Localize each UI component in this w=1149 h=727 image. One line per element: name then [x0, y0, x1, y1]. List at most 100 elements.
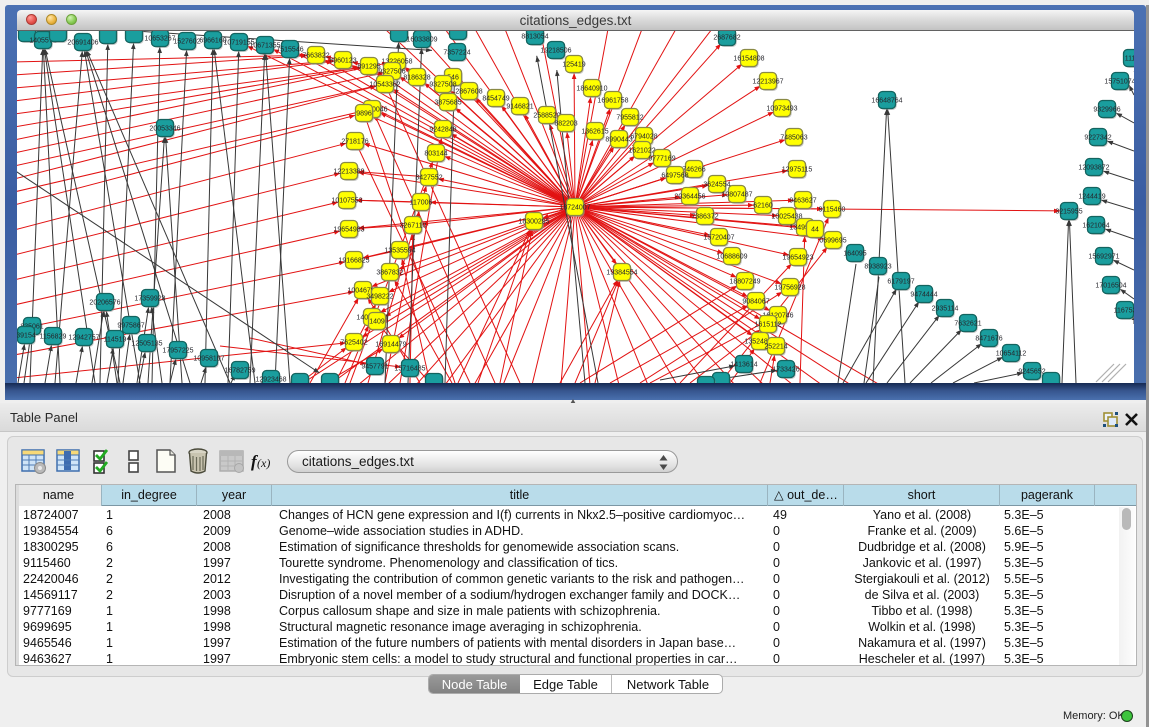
svg-text:19384554: 19384554: [606, 270, 637, 277]
svg-text:16154808: 16154808: [733, 56, 764, 63]
svg-text:8186328: 8186328: [403, 75, 430, 82]
svg-text:1413614: 1413614: [730, 362, 757, 369]
svg-text:1615112: 1615112: [755, 322, 782, 329]
svg-text:17016504: 17016504: [1095, 283, 1126, 290]
svg-text:9084067: 9084067: [742, 299, 769, 306]
svg-text:16782759: 16782759: [224, 368, 255, 375]
svg-text:18724007: 18724007: [559, 205, 590, 212]
svg-text:3215955: 3215955: [1055, 209, 1082, 216]
svg-text:2718176: 2718176: [341, 139, 368, 146]
svg-text:17359928: 17359928: [134, 296, 165, 303]
svg-text:1362615: 1362615: [581, 129, 608, 136]
svg-text:18640910: 18640910: [576, 86, 607, 93]
svg-text:9146821: 9146821: [506, 104, 533, 111]
svg-text:9896: 9896: [356, 111, 372, 118]
svg-text:0699695: 0699695: [819, 238, 846, 245]
svg-text:9245652: 9245652: [1018, 369, 1045, 376]
svg-text:8990443: 8990443: [605, 137, 632, 144]
svg-text:10543362: 10543362: [369, 82, 400, 89]
svg-text:12923468: 12923468: [255, 377, 286, 384]
svg-text:116753: 116753: [1114, 308, 1134, 315]
svg-text:19654983: 19654983: [333, 227, 364, 234]
svg-text:8960123: 8960123: [329, 58, 356, 65]
svg-text:7955812: 7955812: [616, 115, 643, 122]
svg-text:1621022: 1621022: [628, 148, 655, 155]
svg-text:19218506: 19218506: [540, 48, 571, 55]
svg-text:9457791: 9457791: [361, 364, 388, 371]
svg-text:3624554: 3624554: [703, 182, 730, 189]
svg-text:6794028: 6794028: [630, 134, 657, 141]
svg-text:18807249: 18807249: [729, 279, 760, 286]
svg-text:3498222: 3498222: [366, 294, 393, 301]
svg-text:10688609: 10688609: [716, 254, 747, 261]
svg-text:19166825: 19166825: [338, 258, 369, 265]
svg-text:7515546: 7515546: [276, 47, 303, 54]
svg-text:10653267: 10653267: [144, 36, 175, 43]
svg-text:16648764: 16648764: [871, 98, 902, 105]
svg-text:117006: 117006: [410, 200, 433, 207]
svg-text:62160: 62160: [753, 203, 773, 210]
svg-text:7386372: 7386372: [691, 214, 718, 221]
svg-text:803144: 803144: [424, 151, 447, 158]
svg-text:164095: 164095: [843, 251, 866, 258]
svg-text:20364456: 20364456: [674, 194, 705, 201]
svg-text:1244419: 1244419: [1078, 194, 1105, 201]
svg-text:9227342: 9227342: [1084, 135, 1111, 142]
svg-text:6497568: 6497568: [661, 173, 688, 180]
svg-text:10807487: 10807487: [721, 192, 752, 199]
svg-text:9463627: 9463627: [789, 198, 816, 205]
svg-text:1733426: 1733426: [772, 367, 799, 374]
svg-text:10654112: 10654112: [996, 351, 1027, 358]
svg-text:3875685: 3875685: [434, 100, 461, 107]
svg-text:9327506: 9327506: [378, 69, 405, 76]
svg-text:12975115: 12975115: [782, 167, 813, 174]
svg-text:7625402: 7625402: [340, 340, 367, 347]
svg-text:16033809: 16033809: [406, 37, 437, 44]
svg-text:16914479: 16914479: [375, 342, 406, 349]
svg-text:6179197: 6179197: [887, 279, 914, 286]
svg-text:8427552: 8427552: [415, 175, 442, 182]
svg-text:2588520: 2588520: [533, 113, 560, 120]
svg-text:12213967: 12213967: [752, 79, 783, 86]
svg-text:3267110: 3267110: [400, 223, 427, 230]
svg-text:125419: 125419: [562, 62, 585, 69]
svg-text:16961758: 16961758: [597, 98, 628, 105]
svg-text:8471676: 8471676: [975, 336, 1002, 343]
svg-text:13535594: 13535594: [384, 248, 415, 255]
svg-text:1621064: 1621064: [1082, 223, 1109, 230]
svg-text:20053346: 20053346: [149, 126, 180, 133]
svg-text:8813054: 8813054: [521, 34, 548, 41]
svg-text:9975867: 9975867: [117, 323, 144, 330]
svg-text:1112: 1112: [1125, 56, 1134, 63]
svg-text:(x): (x): [257, 456, 270, 470]
svg-text:10107553: 10107553: [331, 198, 362, 205]
svg-text:9242848: 9242848: [429, 127, 456, 134]
svg-text:10973493: 10973493: [766, 106, 797, 113]
svg-text:19654923: 19654923: [782, 255, 813, 262]
svg-text:44: 44: [811, 227, 819, 234]
svg-text:15716485: 15716485: [394, 366, 425, 373]
svg-text:3867832: 3867832: [376, 270, 403, 277]
svg-text:12093872: 12093872: [1078, 165, 1109, 172]
svg-text:882203: 882203: [554, 121, 577, 128]
svg-text:7663822: 7663822: [302, 53, 329, 60]
svg-text:15751074: 15751074: [1104, 79, 1134, 86]
svg-text:12213389: 12213389: [333, 169, 364, 176]
svg-text:1156829: 1156829: [40, 334, 67, 341]
svg-text:9115460: 9115460: [819, 207, 846, 214]
svg-text:8454749: 8454749: [482, 96, 509, 103]
svg-text:12942757: 12942757: [68, 335, 99, 342]
svg-text:2867608: 2867608: [455, 89, 482, 96]
svg-text:20691406: 20691406: [67, 40, 98, 47]
svg-text:114519: 114519: [104, 337, 127, 344]
svg-text:18300295: 18300295: [518, 219, 549, 226]
svg-text:1527602: 1527602: [173, 39, 200, 46]
svg-text:252214: 252214: [764, 344, 787, 351]
svg-text:7485063: 7485063: [780, 135, 807, 142]
svg-text:20206576: 20206576: [89, 300, 120, 307]
svg-text:9329966: 9329966: [1093, 107, 1120, 114]
svg-text:2935114: 2935114: [932, 306, 959, 313]
svg-text:7632621: 7632621: [954, 321, 981, 328]
svg-text:8938923: 8938923: [864, 264, 891, 271]
svg-text:1409: 1409: [369, 319, 385, 326]
